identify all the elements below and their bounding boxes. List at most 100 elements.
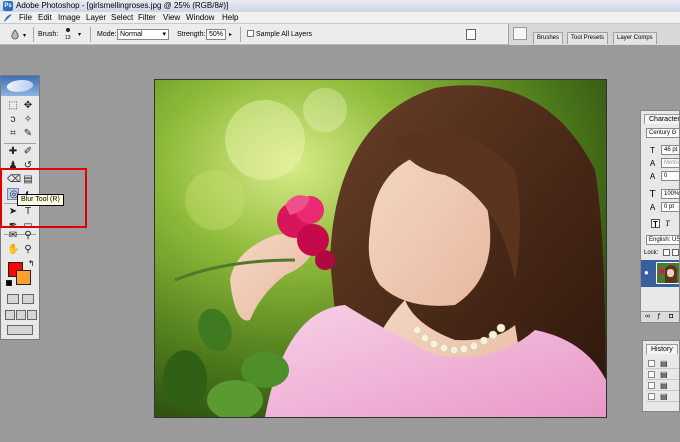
mode-select[interactable]: Normal ▾ [117, 29, 169, 40]
brush-tool[interactable]: ✐ [22, 146, 34, 158]
history-state-icon: ▤ [660, 392, 668, 401]
link-layers-icon[interactable]: ∞ [645, 313, 650, 320]
options-bar: ▾ Brush: 13 ▾ Mode: Normal ▾ Strength: 5… [0, 24, 680, 45]
lasso-tool[interactable]: ↄ [7, 114, 19, 126]
blur-tool-tooltip: Blur Tool (R) [17, 194, 64, 206]
photoshop-logo-icon: Ps [3, 1, 13, 11]
layer-row-background[interactable]: ● [641, 260, 679, 287]
tab-character[interactable]: Character [644, 114, 679, 124]
mode-chevron-icon: ▾ [162, 31, 166, 38]
sample-all-layers-checkbox[interactable] [247, 30, 254, 37]
window-title: Adobe Photoshop - [girlsmellingroses.jpg… [16, 1, 229, 10]
app-feather-icon[interactable] [3, 13, 13, 23]
options-divider [33, 27, 34, 42]
healing-brush-tool[interactable]: ✚ [7, 146, 19, 158]
menu-view[interactable]: View [163, 13, 180, 23]
font-size-input[interactable]: 46 pt [661, 145, 679, 155]
layer-mask-icon[interactable]: ◘ [669, 313, 673, 320]
history-source-checkbox[interactable] [648, 382, 655, 389]
brush-tip-icon[interactable] [66, 28, 70, 32]
tab-history[interactable]: History [646, 344, 678, 354]
toolbox-divider [4, 143, 36, 144]
language-select[interactable]: English: US [646, 235, 679, 245]
standard-screen-mode-button[interactable] [5, 310, 15, 320]
background-color-swatch[interactable] [16, 270, 31, 285]
marquee-icon: ⬚ [8, 100, 18, 111]
tracking-input[interactable]: 0 [661, 171, 679, 181]
history-state[interactable]: ▤ [646, 392, 679, 402]
magic-wand-icon: ✧ [23, 114, 33, 125]
jump-to-imageready-button[interactable] [7, 325, 33, 335]
tool-preset-chevron-icon[interactable]: ▾ [23, 32, 26, 39]
faux-italic-button[interactable]: T [663, 219, 672, 228]
history-source-checkbox[interactable] [648, 371, 655, 378]
faux-bold-button[interactable]: T [651, 219, 660, 229]
full-screen-mode-button[interactable] [27, 310, 37, 320]
file-browser-icon[interactable] [466, 29, 476, 40]
standard-mode-button[interactable] [7, 294, 19, 304]
history-state-icon: ▤ [660, 359, 668, 368]
history-source-checkbox[interactable] [648, 360, 655, 367]
document-canvas[interactable] [154, 79, 607, 418]
font-family-select[interactable]: Century G [646, 128, 679, 138]
move-icon: ✥ [23, 100, 33, 111]
history-state[interactable]: ▤ [646, 359, 679, 369]
crop-icon: ⌗ [10, 128, 16, 139]
full-screen-menu-mode-button[interactable] [16, 310, 26, 320]
swap-colors-icon[interactable]: ↰ [28, 259, 35, 268]
history-state-icon: ▤ [660, 370, 668, 379]
sample-all-layers-label: Sample All Layers [256, 31, 313, 38]
history-state[interactable]: ▤ [646, 381, 679, 391]
eyedropper-tool[interactable]: ⚲ [22, 230, 34, 242]
crop-tool[interactable]: ⌗ [7, 128, 19, 140]
lock-image-checkbox[interactable] [672, 249, 679, 256]
hand-tool[interactable]: ✋ [7, 244, 19, 256]
menu-window[interactable]: Window [186, 13, 214, 23]
options-divider [240, 27, 241, 42]
brush-size: 13 [65, 35, 71, 41]
zoom-icon: ⚲ [24, 244, 32, 255]
kerning-select[interactable]: Metric [661, 158, 679, 168]
menu-edit[interactable]: Edit [38, 13, 52, 23]
hand-icon: ✋ [7, 244, 20, 255]
strength-slider-arrow-icon[interactable]: ▸ [229, 31, 232, 38]
default-colors-icon[interactable] [6, 280, 12, 286]
tab-layer-comps[interactable]: Layer Comps [613, 32, 657, 44]
lasso-icon: ↄ [10, 114, 16, 125]
history-state-icon: ▤ [660, 381, 668, 390]
history-state[interactable]: ▤ [646, 370, 679, 380]
quick-mask-mode-button[interactable] [22, 294, 34, 304]
notes-tool[interactable]: ✉ [7, 230, 19, 242]
magic-wand-tool[interactable]: ✧ [22, 114, 34, 126]
brush-picker-chevron-icon[interactable]: ▾ [78, 31, 81, 38]
notes-icon: ✉ [8, 230, 18, 241]
menu-filter[interactable]: Filter [138, 13, 156, 23]
strength-label: Strength: [177, 31, 206, 38]
move-tool[interactable]: ✥ [22, 100, 34, 112]
strength-input[interactable]: 50% [206, 29, 226, 40]
baseline-shift-input[interactable]: 0 pt [661, 202, 679, 212]
slice-tool[interactable]: ✎ [22, 128, 34, 140]
vertical-scale-input[interactable]: 100% [661, 189, 679, 199]
tab-tool-presets[interactable]: Tool Presets [567, 32, 609, 44]
toolbox-header[interactable] [1, 76, 39, 96]
zoom-tool[interactable]: ⚲ [22, 244, 34, 256]
marquee-tool[interactable]: ⬚ [7, 100, 19, 112]
menu-file[interactable]: File [19, 13, 32, 23]
menu-layer[interactable]: Layer [86, 13, 106, 23]
menu-select[interactable]: Select [111, 13, 133, 23]
layer-style-icon[interactable]: ƒ [657, 313, 661, 320]
layers-footer: ∞ ƒ ◘ [641, 311, 679, 322]
menu-image[interactable]: Image [58, 13, 80, 23]
kerning-icon: A [649, 159, 656, 168]
eye-icon[interactable]: ● [644, 268, 653, 277]
tab-brushes[interactable]: Brushes [533, 32, 564, 44]
menu-help[interactable]: Help [222, 13, 238, 23]
vertical-scale-icon: T [649, 189, 656, 200]
palette-well-toggle-icon[interactable] [513, 27, 527, 40]
history-source-checkbox[interactable] [648, 393, 655, 400]
menu-bar: File Edit Image Layer Select Filter View… [0, 12, 680, 24]
blur-drop-icon[interactable] [10, 29, 20, 40]
eyedropper-icon: ⚲ [24, 230, 32, 241]
lock-transparent-checkbox[interactable] [663, 249, 670, 256]
